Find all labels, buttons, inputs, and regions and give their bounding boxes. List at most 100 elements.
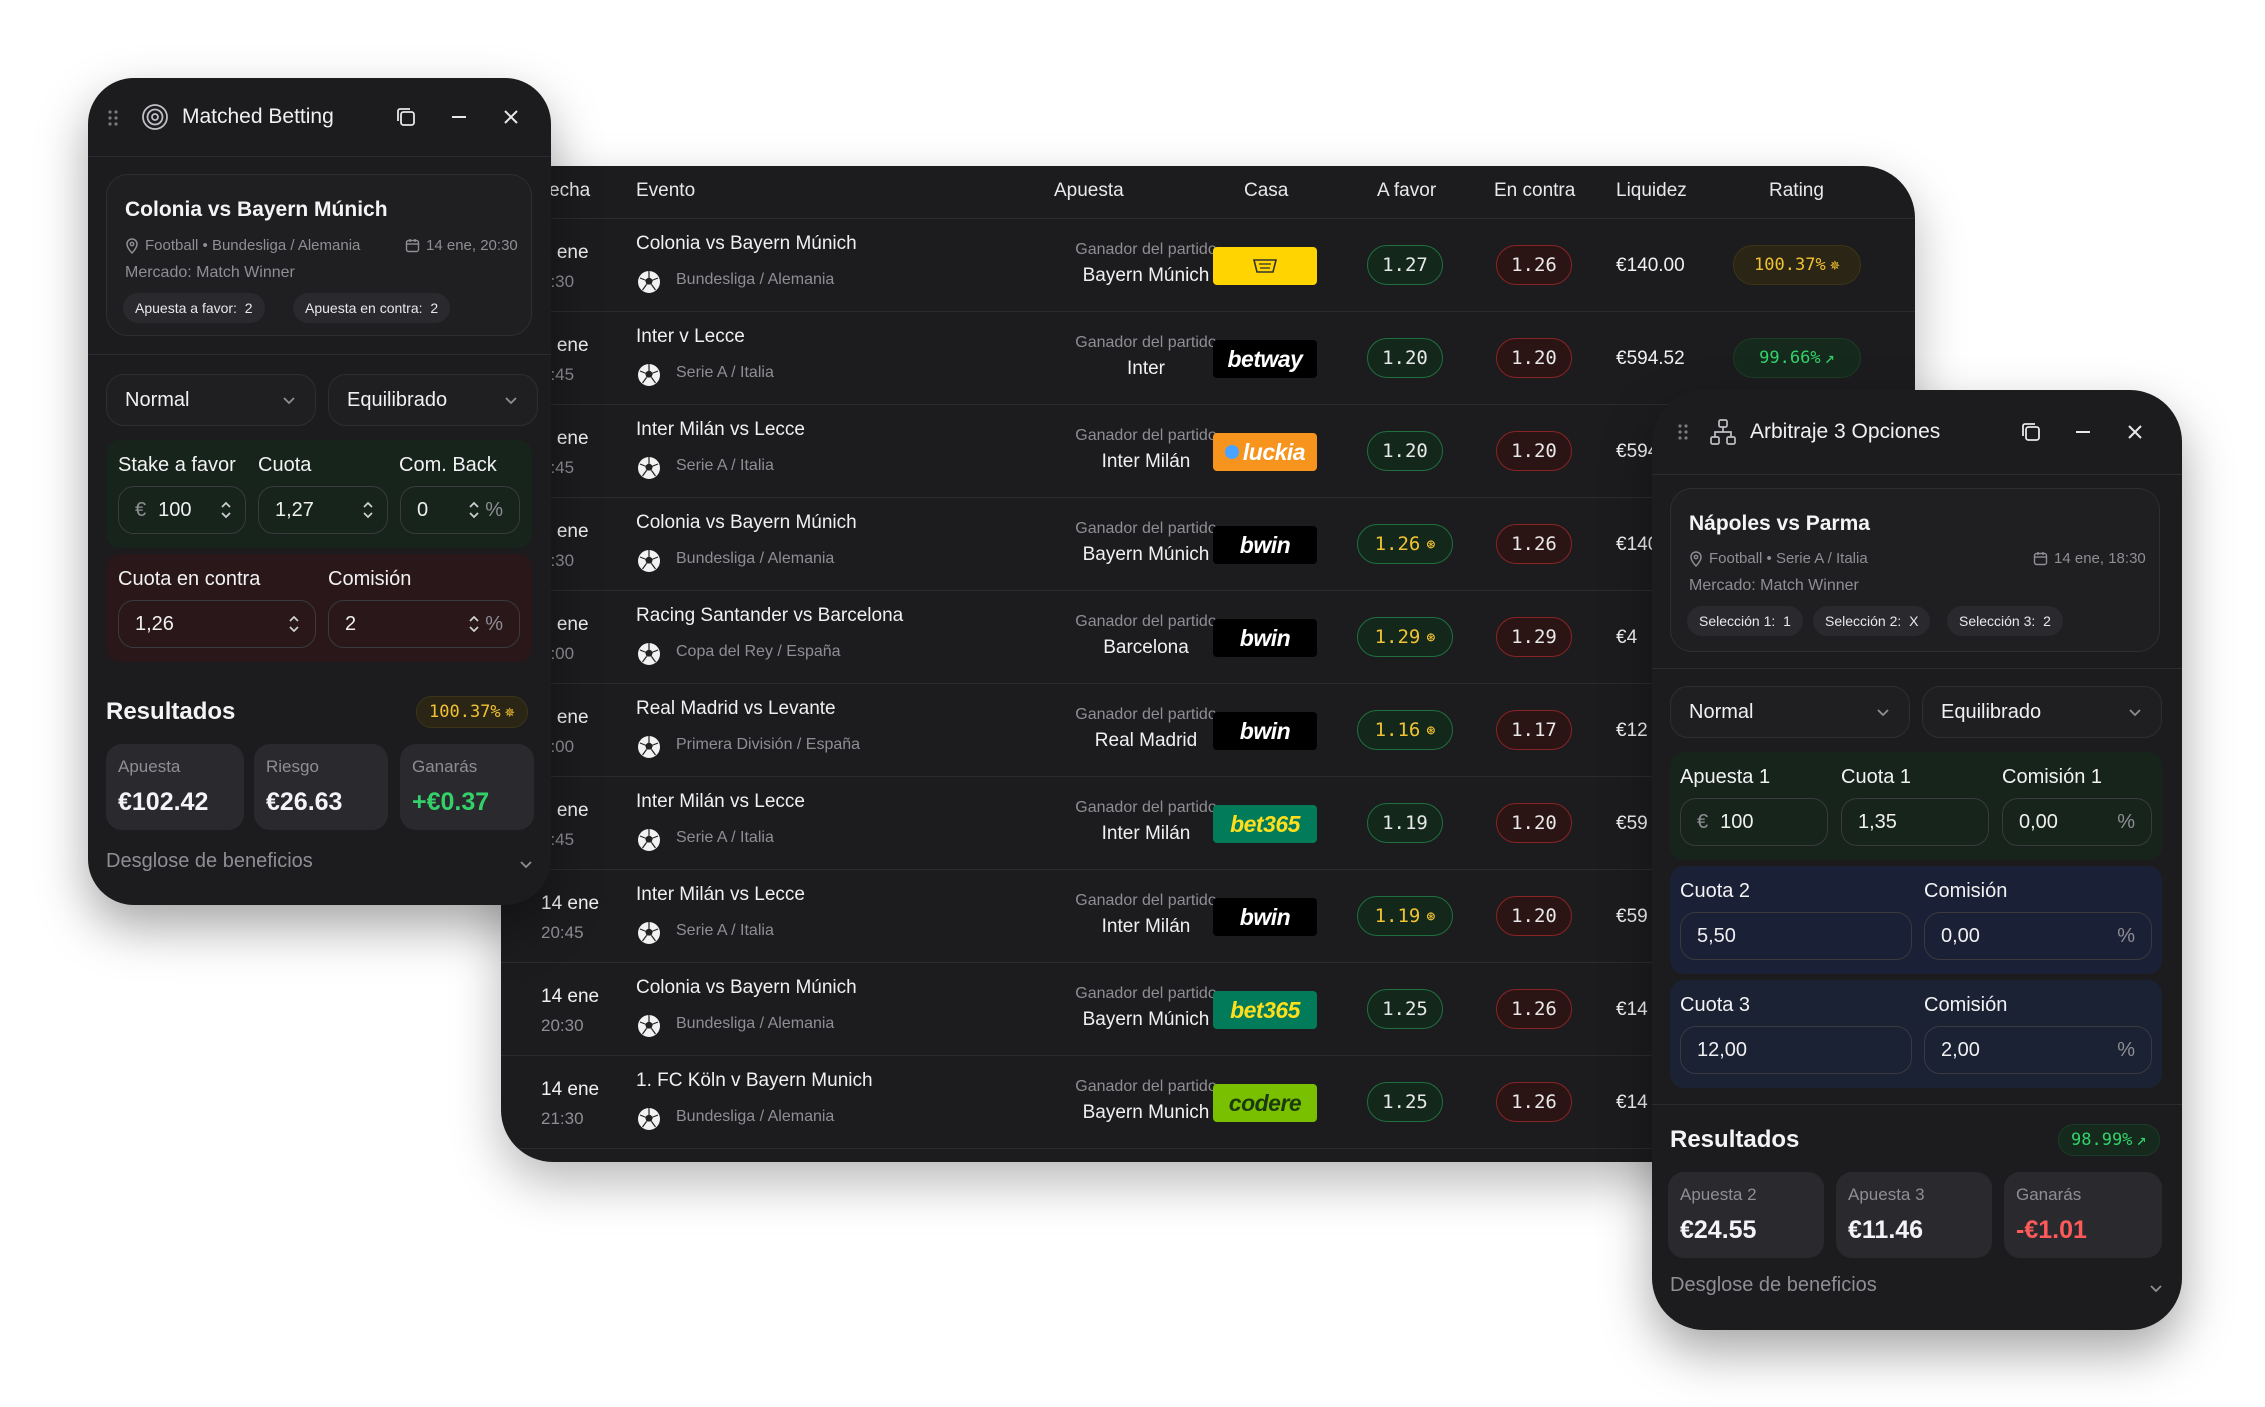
lay-bet-section: Cuota en contra Comisión 1,26 2 %: [106, 554, 532, 662]
lay-odds[interactable]: 1.26: [1496, 524, 1572, 564]
selection-1-section: Apuesta 1 Cuota 1 Comisión 1 € 100 1,35 …: [1670, 752, 2162, 860]
row-event-name[interactable]: Colonia vs Bayern Múnich: [636, 512, 857, 534]
col-back[interactable]: A favor: [1377, 180, 1436, 202]
back-odds[interactable]: 1.16 ⊛: [1357, 710, 1453, 750]
bookmaker-logo[interactable]: bwin: [1213, 712, 1317, 750]
row-event-name[interactable]: Racing Santander vs Barcelona: [636, 605, 903, 627]
mode-select[interactable]: Normal: [1670, 686, 1910, 738]
minimize-icon[interactable]: [446, 104, 472, 130]
minimize-icon[interactable]: [2070, 419, 2096, 445]
close-icon[interactable]: [498, 104, 524, 130]
commission-3-input[interactable]: 2,00 %: [1924, 1026, 2152, 1074]
stepper-icon[interactable]: [467, 499, 481, 521]
soccer-ball-icon: [638, 643, 660, 665]
row-event-name[interactable]: Colonia vs Bayern Múnich: [636, 233, 857, 255]
lay-odds[interactable]: 1.20: [1496, 431, 1572, 471]
header-divider: [1652, 474, 2182, 475]
copy-icon[interactable]: [2018, 419, 2044, 445]
soccer-ball-icon: [638, 1108, 660, 1130]
lay-odds[interactable]: 1.26: [1496, 1082, 1572, 1122]
lay-odds[interactable]: 1.26: [1496, 989, 1572, 1029]
copy-icon[interactable]: [393, 104, 419, 130]
lay-odds[interactable]: 1.29: [1496, 617, 1572, 657]
commission-1-input[interactable]: 0,00 %: [2002, 798, 2152, 846]
lay-odds[interactable]: 1.17: [1496, 710, 1572, 750]
event-card: Nápoles vs Parma Football • Serie A / It…: [1670, 488, 2160, 652]
profit-breakdown-toggle[interactable]: Desglose de beneficios: [1670, 1270, 2164, 1304]
bookmaker-logo[interactable]: bwin: [1213, 526, 1317, 564]
stepper-icon[interactable]: [287, 613, 301, 635]
table-row[interactable]: 4 ene 0:30 Colonia vs Bayern Múnich Bundesl…: [501, 219, 1915, 312]
lay-commission-input[interactable]: 2 %: [328, 600, 520, 648]
row-event-name[interactable]: Inter Milán vs Lecce: [636, 884, 805, 906]
back-odds[interactable]: 1.19: [1367, 803, 1443, 843]
soccer-ball-icon: [638, 736, 660, 758]
drag-handle-icon[interactable]: [1676, 422, 1690, 442]
back-odds[interactable]: 1.25: [1367, 1082, 1443, 1122]
back-odds[interactable]: 1.20: [1367, 431, 1443, 471]
back-odds[interactable]: 1.25: [1367, 989, 1443, 1029]
bookmaker-logo[interactable]: bwin: [1213, 619, 1317, 657]
col-event[interactable]: Evento: [636, 180, 695, 202]
back-odds[interactable]: 1.20: [1367, 338, 1443, 378]
close-icon[interactable]: [2122, 419, 2148, 445]
odds-1-input[interactable]: 1,35: [1841, 798, 1989, 846]
profit-breakdown-label: Desglose de beneficios: [1670, 1274, 1877, 1296]
row-event-name[interactable]: 1. FC Köln v Bayern Munich: [636, 1070, 873, 1092]
odds-2-input[interactable]: 5,50: [1680, 912, 1912, 960]
stake-input[interactable]: € 100: [118, 486, 246, 534]
drag-handle-icon[interactable]: [106, 108, 120, 128]
lay-odds-label: Cuota en contra: [118, 568, 261, 590]
stepper-icon[interactable]: [361, 499, 375, 521]
row-event-name[interactable]: Colonia vs Bayern Múnich: [636, 977, 857, 999]
soccer-ball-icon: [638, 550, 660, 572]
row-event-name[interactable]: Inter Milán vs Lecce: [636, 419, 805, 441]
lay-odds[interactable]: 1.26: [1496, 245, 1572, 285]
col-date[interactable]: echa: [549, 180, 590, 202]
col-house[interactable]: Casa: [1244, 180, 1288, 202]
odds-3-input[interactable]: 12,00: [1680, 1026, 1912, 1074]
commission-2-input[interactable]: 0,00 %: [1924, 912, 2152, 960]
row-event-name[interactable]: Inter Milán vs Lecce: [636, 791, 805, 813]
back-commission-input[interactable]: 0 %: [400, 486, 520, 534]
col-bet[interactable]: Apuesta: [1054, 180, 1124, 202]
col-rating[interactable]: Rating: [1769, 180, 1824, 202]
bookmaker-logo[interactable]: bet365: [1213, 805, 1317, 843]
odds-1-value: 1,35: [1858, 810, 1897, 833]
widget-title: Matched Betting: [182, 105, 334, 128]
bookmaker-logo[interactable]: betway: [1213, 340, 1317, 378]
calendar-icon: [405, 239, 420, 253]
chip-selection-3-label: Selección 3:: [1959, 613, 2036, 629]
mode-select[interactable]: Normal: [106, 374, 316, 426]
bookmaker-logo[interactable]: luckia: [1213, 433, 1317, 471]
back-odds[interactable]: 1.27: [1367, 245, 1443, 285]
event-date: 14 ene, 20:30: [405, 237, 518, 254]
stepper-icon[interactable]: [467, 613, 481, 635]
stake-value: 100: [158, 498, 192, 521]
bookmaker-logo[interactable]: codere: [1213, 1084, 1317, 1122]
strategy-select[interactable]: Equilibrado: [1922, 686, 2162, 738]
profit-breakdown-toggle[interactable]: Desglose de beneficios: [106, 846, 534, 880]
row-event-name[interactable]: Real Madrid vs Levante: [636, 698, 836, 720]
bookmaker-logo[interactable]: bet365: [1213, 991, 1317, 1029]
col-lay[interactable]: En contra: [1494, 180, 1575, 202]
stake-3-stat: Apuesta 3 €11.46: [1836, 1172, 1992, 1258]
soccer-ball-icon: [638, 364, 660, 386]
lay-odds[interactable]: 1.20: [1496, 338, 1572, 378]
bookmaker-logo[interactable]: [1213, 247, 1317, 285]
odds-input[interactable]: 1,27: [258, 486, 388, 534]
back-odds[interactable]: 1.19 ⊛: [1357, 896, 1453, 936]
stake-1-input[interactable]: € 100: [1680, 798, 1828, 846]
row-league: Bundesliga / Alemania: [676, 550, 835, 567]
stepper-icon[interactable]: [219, 499, 233, 521]
back-odds[interactable]: 1.26 ⊛: [1357, 524, 1453, 564]
strategy-select[interactable]: Equilibrado: [328, 374, 538, 426]
row-event-name[interactable]: Inter v Lecce: [636, 326, 745, 348]
back-odds-value: 1.19: [1382, 812, 1428, 834]
col-liquidity[interactable]: Liquidez: [1616, 180, 1687, 202]
bookmaker-logo[interactable]: bwin: [1213, 898, 1317, 936]
lay-odds-input[interactable]: 1,26: [118, 600, 316, 648]
lay-odds[interactable]: 1.20: [1496, 896, 1572, 936]
lay-odds[interactable]: 1.20: [1496, 803, 1572, 843]
back-odds[interactable]: 1.29 ⊛: [1357, 617, 1453, 657]
